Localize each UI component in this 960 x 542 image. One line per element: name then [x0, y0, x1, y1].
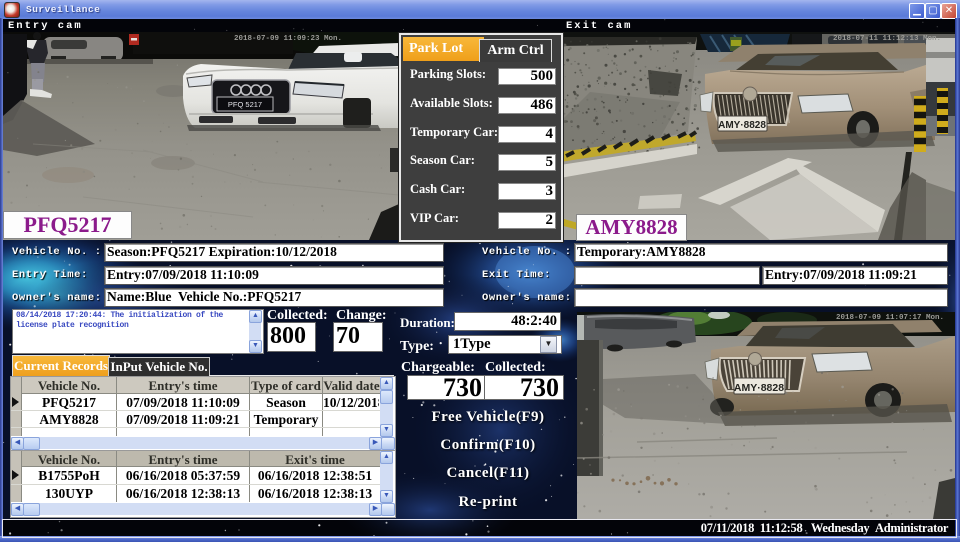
- svg-text:AMY·8828: AMY·8828: [718, 120, 766, 131]
- svg-text:2018-07-11 11:12:13 Mon.: 2018-07-11 11:12:13 Mon.: [833, 35, 941, 43]
- svg-text:PFQ 5217: PFQ 5217: [228, 100, 262, 109]
- svg-text:2018-07-09 11:07:17 Mon.: 2018-07-09 11:07:17 Mon.: [836, 314, 944, 322]
- svg-text:2018-07-09 11:09:23 Mon.: 2018-07-09 11:09:23 Mon.: [234, 35, 342, 43]
- svg-text:AMY·8828: AMY·8828: [734, 382, 784, 394]
